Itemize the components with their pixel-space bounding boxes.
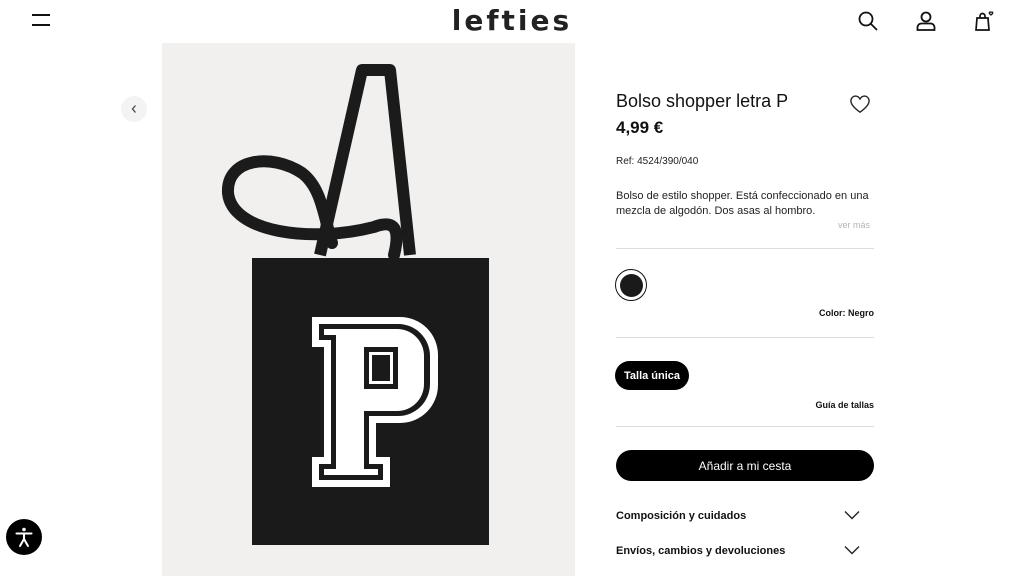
- chevron-down-icon: [844, 546, 860, 555]
- accordion-composicion[interactable]: Composición y cuidados: [616, 507, 860, 527]
- color-label-prefix: Color:: [818, 308, 846, 318]
- add-to-cart-button[interactable]: Añadir a mi cesta: [616, 450, 874, 481]
- product-image[interactable]: P: [162, 43, 575, 576]
- user-icon[interactable]: [914, 9, 938, 33]
- divider: [616, 426, 874, 427]
- color-label: Color: Negro: [616, 308, 874, 318]
- product-title: Bolso shopper letra P: [616, 91, 789, 111]
- product-reference: Ref: 4524/390/040: [616, 156, 699, 167]
- accordion-envios[interactable]: Envíos, cambios y devoluciones: [616, 542, 860, 562]
- color-label-value: Negro: [847, 308, 874, 318]
- divider: [616, 337, 874, 338]
- size-guide-link[interactable]: Guía de tallas: [616, 400, 874, 410]
- tote-bag-illustration: P: [222, 64, 489, 545]
- divider: [616, 248, 874, 249]
- product-price: 4,99 €: [616, 118, 664, 137]
- accessibility-button[interactable]: [6, 519, 42, 555]
- see-more-link[interactable]: ver más: [838, 220, 870, 230]
- gallery-prev-button[interactable]: [121, 96, 147, 122]
- chevron-left-icon: [131, 105, 136, 113]
- chevron-down-icon: [844, 511, 860, 520]
- shopping-bag-icon[interactable]: [972, 9, 996, 33]
- hamburger-menu-icon[interactable]: [32, 13, 50, 27]
- color-swatch-dot: [619, 273, 643, 297]
- top-bar: lefties: [0, 0, 1024, 42]
- product-description: Bolso de estilo shopper. Está confeccion…: [616, 190, 869, 217]
- heart-icon[interactable]: [849, 94, 871, 114]
- logo-text[interactable]: lefties: [452, 4, 572, 37]
- accessibility-icon: [15, 527, 33, 547]
- search-icon[interactable]: [856, 9, 880, 33]
- color-swatch-negro[interactable]: [615, 269, 647, 301]
- accordion-label: Envíos, cambios y devoluciones: [616, 545, 786, 557]
- size-option-talla-unica[interactable]: Talla única: [615, 361, 690, 390]
- accordion-label: Composición y cuidados: [616, 510, 747, 522]
